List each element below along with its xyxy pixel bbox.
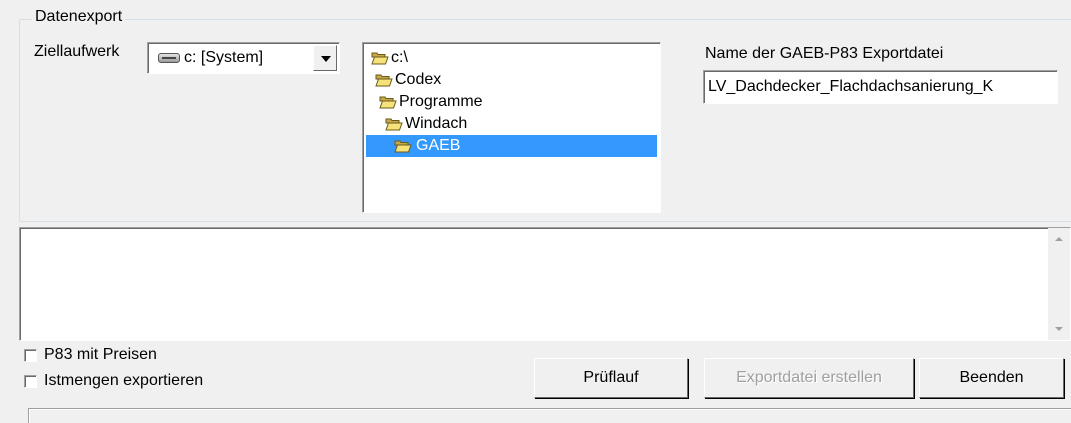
dir-item-gaeb[interactable]: GAEB: [366, 135, 657, 157]
export-filename-input[interactable]: LV_Dachdecker_Flachdachsanierung_K: [703, 70, 1058, 104]
p83-prices-checkbox[interactable]: [24, 349, 37, 362]
close-button[interactable]: Beenden: [919, 358, 1064, 398]
dropdown-arrow-button[interactable]: [313, 45, 337, 71]
open-folder-icon: [379, 96, 397, 109]
dir-item-label: Codex: [395, 71, 442, 88]
create-export-button[interactable]: Exportdatei erstellen: [704, 358, 914, 398]
scroll-down-icon[interactable]: [1048, 318, 1070, 340]
dir-item-codex[interactable]: Codex: [375, 69, 525, 91]
groupbox-title: Datenexport: [32, 7, 126, 27]
dir-item-label: GAEB: [416, 137, 461, 154]
dir-item-root[interactable]: c:\: [371, 47, 521, 69]
dir-item-programme[interactable]: Programme: [379, 91, 529, 113]
scroll-up-icon[interactable]: [1048, 228, 1070, 250]
dir-item-windach[interactable]: Windach: [385, 113, 535, 135]
p83-prices-label: P83 mit Preisen: [44, 346, 157, 363]
export-filename-value: LV_Dachdecker_Flachdachsanierung_K: [708, 78, 994, 95]
open-folder-icon: [371, 52, 389, 65]
open-folder-icon: [375, 74, 393, 87]
open-folder-icon: [385, 118, 403, 131]
target-drive-value: c: [System]: [184, 49, 264, 66]
open-folder-icon: [394, 140, 412, 153]
check-run-button[interactable]: Prüflauf: [534, 358, 688, 398]
target-drive-label: Ziellaufwerk: [34, 43, 120, 60]
status-bar: [28, 408, 1071, 423]
drive-icon: [158, 53, 180, 63]
export-actual-quantities-checkbox[interactable]: [24, 375, 37, 388]
dir-item-label: c:\: [391, 49, 408, 66]
target-drive-select[interactable]: c: [System]: [147, 42, 340, 74]
log-memo[interactable]: [19, 227, 1071, 341]
dir-item-label: Programme: [399, 93, 483, 110]
export-actual-quantities-label: Istmengen exportieren: [44, 372, 204, 389]
vertical-scrollbar[interactable]: [1048, 228, 1070, 340]
dir-item-label: Windach: [405, 115, 468, 132]
directory-tree[interactable]: c:\ Codex Programme Windach GAEB: [362, 42, 661, 213]
export-file-label: Name der GAEB-P83 Exportdatei: [705, 45, 944, 62]
